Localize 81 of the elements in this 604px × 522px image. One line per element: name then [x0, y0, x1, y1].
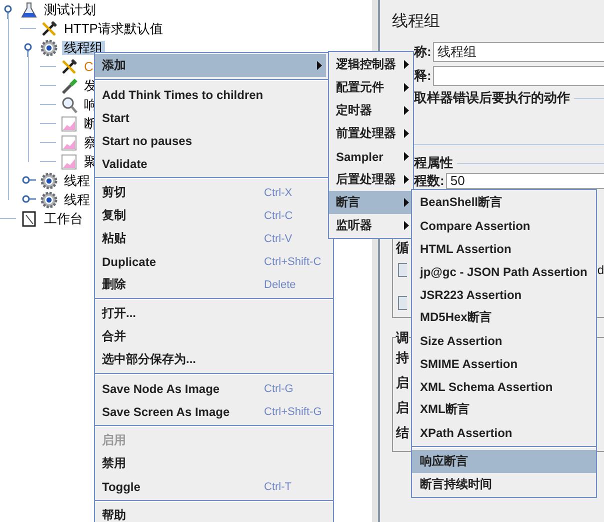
chart-icon	[60, 114, 78, 132]
menu-item[interactable]: Size Assertion	[412, 329, 596, 352]
pipette-icon	[60, 76, 78, 94]
menu-item[interactable]: 监听器	[329, 214, 413, 237]
menu-item[interactable]: 配置元件	[329, 76, 413, 99]
section-title: 程属性	[414, 154, 453, 172]
field-label: 称:	[414, 43, 432, 61]
menu-item[interactable]: 定时器	[329, 99, 413, 122]
shortcut-label: Delete	[264, 278, 296, 290]
menu-item[interactable]: 禁用	[95, 452, 326, 475]
gear-icon	[40, 38, 58, 56]
tools-icon	[40, 20, 58, 38]
shortcut-label: Ctrl-V	[264, 232, 292, 244]
checkbox[interactable]	[398, 263, 407, 277]
menu-item[interactable]: SMIME Assertion	[412, 352, 596, 375]
field-label: 循	[396, 240, 409, 256]
chart-icon	[60, 152, 78, 170]
menu-item[interactable]: Add Think Times to children	[95, 83, 326, 106]
text-field[interactable]: 50	[446, 173, 604, 189]
menu-item[interactable]: Sampler	[329, 145, 413, 168]
menu-item[interactable]: jp@gc - JSON Path Assertion	[412, 260, 596, 283]
shortcut-label: Ctrl-X	[264, 186, 292, 198]
text-field[interactable]: 线程组	[433, 42, 604, 62]
menu-item[interactable]: HTML Assertion	[412, 237, 596, 260]
menu-item[interactable]: 合并	[95, 325, 326, 348]
menu-item[interactable]: 复制 Ctrl-C	[95, 204, 326, 227]
tools-icon	[60, 58, 78, 76]
panel-title: 线程组	[392, 12, 441, 32]
menu-item[interactable]: Save Screen As Image Ctrl+Shift-G	[95, 400, 326, 423]
menu-item[interactable]: XPath Assertion	[412, 421, 596, 444]
notepad-icon	[20, 210, 38, 228]
menu-item[interactable]: JSR223 Assertion	[412, 283, 596, 306]
tree-item[interactable]: 测试计划	[42, 2, 98, 16]
field-label: 程数:	[414, 174, 444, 188]
menu-item[interactable]: Duplicate Ctrl+Shift-C	[95, 250, 326, 273]
tree-item[interactable]: 线程	[62, 174, 92, 188]
magnifier-icon	[60, 96, 78, 114]
gear-icon	[40, 190, 58, 208]
checkbox-label: d	[597, 263, 604, 277]
menu-item[interactable]: 前置处理器	[329, 122, 413, 145]
menu-item[interactable]: Compare Assertion	[412, 214, 596, 237]
field-label: 启	[396, 374, 409, 392]
menu-item[interactable]: 帮助	[95, 504, 326, 522]
gear-icon	[40, 172, 58, 190]
menu-item[interactable]: Toggle Ctrl-T	[95, 475, 326, 498]
menu-item[interactable]: MD5Hex断言	[412, 306, 596, 329]
shortcut-label: Ctrl-T	[264, 480, 292, 492]
field-label: 启	[396, 399, 409, 417]
menu-item[interactable]: 逻辑控制器	[329, 53, 413, 76]
menu-item[interactable]: 剪切 Ctrl-X	[95, 181, 326, 204]
field-label: 释:	[414, 67, 432, 85]
field-label: 持	[396, 349, 409, 367]
checkbox[interactable]	[398, 296, 407, 310]
section-title: 取样器错误后要执行的动作	[414, 89, 570, 107]
menu-item[interactable]: Start	[95, 106, 326, 129]
shortcut-label: Ctrl-G	[264, 382, 294, 394]
menu-item[interactable]: 打开...	[95, 302, 326, 325]
tree-item[interactable]: 工作台	[42, 212, 85, 226]
menu-item[interactable]: Start no pauses	[95, 129, 326, 152]
field-label: 结	[396, 424, 409, 442]
menu-item[interactable]: 删除 Delete	[95, 273, 326, 296]
chart-icon	[60, 134, 78, 152]
menu-item[interactable]: 添加	[95, 54, 326, 77]
flask-icon	[20, 0, 38, 18]
menu-item[interactable]: 断言	[329, 191, 413, 214]
tree-item[interactable]: HTTP请求默认值	[62, 22, 165, 36]
menu-item[interactable]: Save Node As Image Ctrl-G	[95, 377, 326, 400]
menu-item[interactable]: 后置处理器	[329, 168, 413, 191]
menu-item[interactable]: 断言持续时间	[412, 473, 596, 496]
shortcut-label: Ctrl+Shift-G	[264, 406, 322, 418]
menu-item[interactable]: XML Schema Assertion	[412, 375, 596, 398]
menu-item[interactable]: 选中部分保存为...	[95, 348, 326, 371]
menu-item[interactable]: Validate	[95, 152, 326, 175]
text-field[interactable]	[433, 66, 604, 86]
menu-item[interactable]: 粘贴 Ctrl-V	[95, 227, 326, 250]
menu-item[interactable]: BeanShell断言	[412, 191, 596, 214]
menu-item[interactable]: XML断言	[412, 398, 596, 421]
shortcut-label: Ctrl-C	[264, 210, 293, 222]
shortcut-label: Ctrl+Shift-C	[264, 256, 322, 268]
menu-item[interactable]: 响应断言	[412, 450, 596, 473]
tree-item[interactable]: 线程	[62, 192, 92, 206]
